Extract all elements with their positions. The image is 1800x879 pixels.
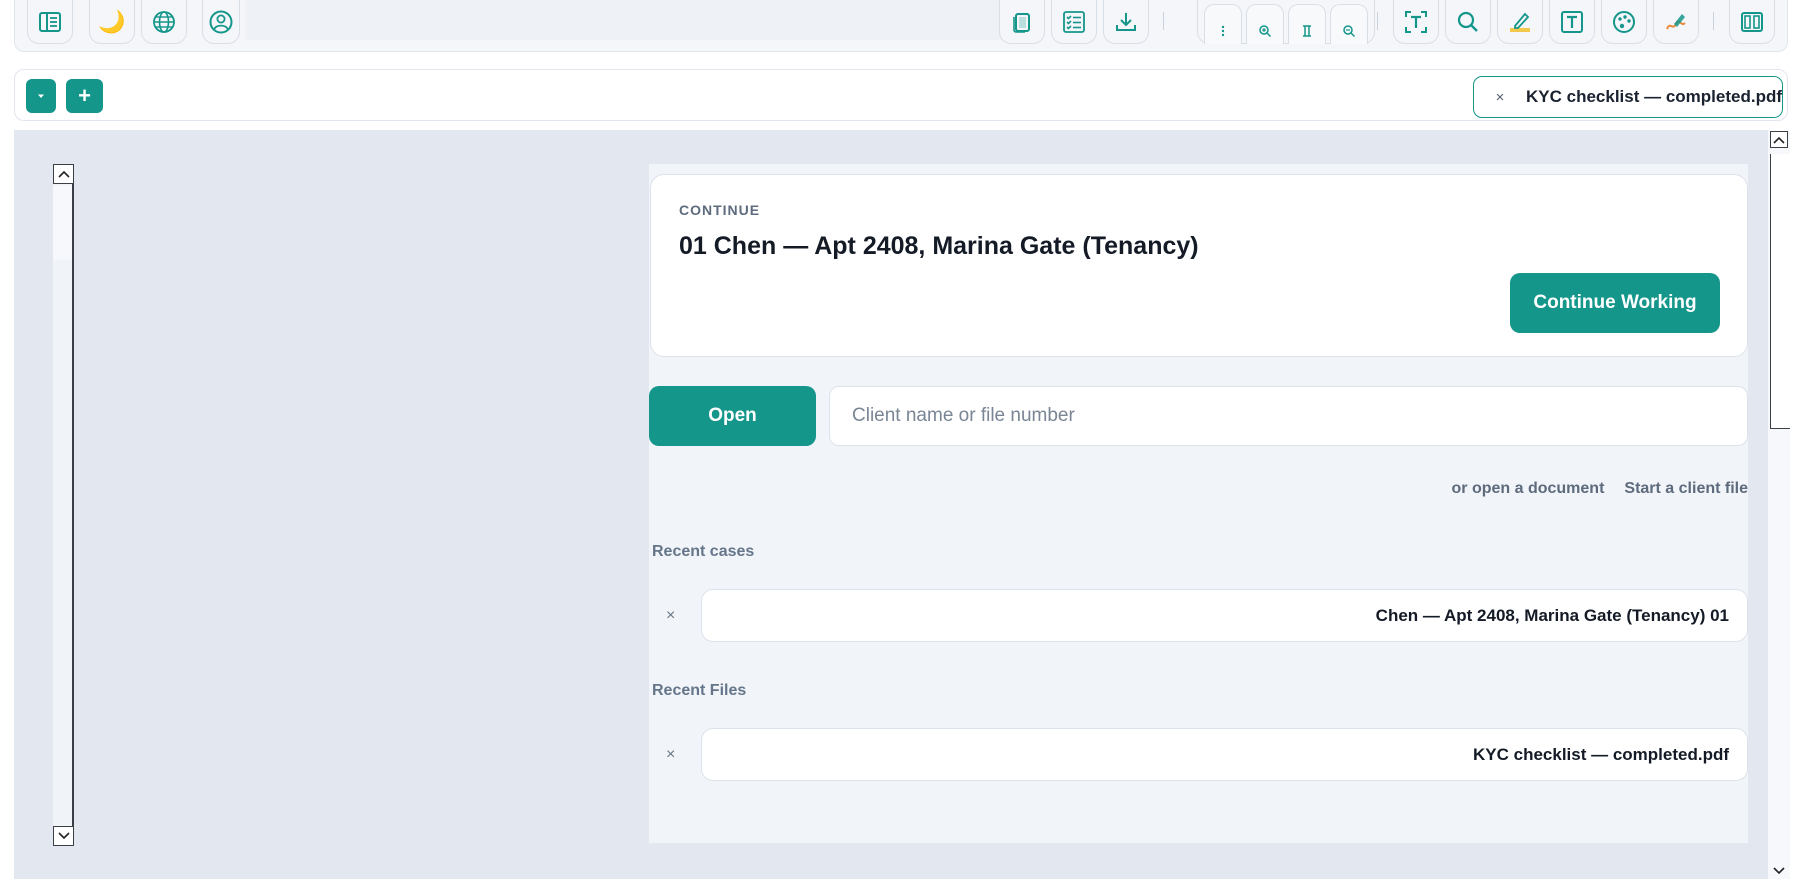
highlight-button[interactable]: [1497, 0, 1543, 44]
toolbar-divider: [1377, 12, 1378, 30]
text-select-icon: [1405, 10, 1427, 33]
checklist-button[interactable]: [1051, 0, 1097, 44]
continue-case-title: 01 Chen — Apt 2408, Marina Gate (Tenancy…: [679, 232, 1199, 260]
document-links: or open a document Start a client file: [1452, 480, 1749, 498]
scroll-up-button[interactable]: [53, 164, 74, 184]
add-tab-button[interactable]: +: [66, 79, 103, 113]
recent-cases-heading: Recent cases: [652, 543, 755, 560]
continue-kicker: CONTINUE: [679, 202, 761, 218]
top-toolbar: 🌙: [14, 0, 1788, 52]
scroll-down-button[interactable]: [53, 826, 74, 846]
zoom-in-button[interactable]: [1246, 4, 1284, 44]
page-fit-icon: [1303, 25, 1311, 37]
download-icon: [1116, 12, 1136, 31]
continue-card: CONTINUE 01 Chen — Apt 2408, Marina Gate…: [650, 174, 1748, 357]
toolbar-divider: [1713, 12, 1714, 30]
scroll-up-button[interactable]: [1770, 131, 1788, 148]
right-scrollbar[interactable]: [1768, 131, 1790, 879]
search-button[interactable]: [1445, 0, 1491, 44]
language-button[interactable]: [141, 0, 187, 44]
zoom-out-button[interactable]: [1330, 4, 1368, 44]
moon-icon: 🌙: [98, 8, 126, 34]
document-icon: [1013, 12, 1030, 33]
signature-icon: [1666, 13, 1686, 29]
globe-icon: [153, 10, 175, 33]
document-tab[interactable]: × KYC checklist — completed.pdf: [1473, 76, 1783, 118]
text-box-button[interactable]: [1549, 0, 1595, 44]
checklist-icon: [1063, 10, 1085, 33]
toolbar-search-bar[interactable]: [245, 0, 1007, 40]
highlight-icon: [1510, 12, 1530, 32]
toggle-sidebar-button[interactable]: [27, 0, 73, 44]
home-panel: CONTINUE 01 Chen — Apt 2408, Marina Gate…: [649, 164, 1748, 843]
remove-recent-file-icon[interactable]: ×: [666, 746, 675, 764]
text-select-button[interactable]: [1393, 0, 1439, 44]
open-document-link[interactable]: or open a document: [1452, 480, 1605, 498]
tab-bar: + × KYC checklist — completed.pdf: [14, 69, 1788, 121]
document-view-button[interactable]: [999, 0, 1045, 44]
search-icon: [1457, 11, 1478, 32]
client-search-input[interactable]: [829, 386, 1748, 446]
continue-working-button[interactable]: Continue Working: [1510, 273, 1720, 333]
more-vertical-icon: [1221, 25, 1225, 37]
chevron-down-icon: [57, 832, 70, 840]
caret-down-icon: [38, 94, 44, 98]
zoom-out-icon: [1343, 25, 1356, 38]
download-button[interactable]: [1103, 0, 1149, 44]
recent-files-heading: Recent Files: [652, 682, 747, 699]
more-options-button[interactable]: [1204, 4, 1242, 44]
layout-columns-button[interactable]: [1729, 0, 1775, 44]
open-button[interactable]: Open: [649, 386, 816, 446]
color-palette-button[interactable]: [1601, 0, 1647, 44]
close-tab-icon[interactable]: ×: [1474, 89, 1526, 106]
zoom-in-icon: [1259, 25, 1272, 38]
scrollbar-thumb[interactable]: [1770, 154, 1790, 429]
palette-icon: [1613, 10, 1635, 33]
chevron-up-icon: [1773, 136, 1785, 144]
left-scrollbar[interactable]: [53, 164, 74, 846]
sidebar-icon: [39, 11, 61, 32]
scrollbar-track-highlight: [53, 186, 72, 260]
zoom-controls: [1197, 0, 1375, 44]
recent-case-item[interactable]: Chen — Apt 2408, Marina Gate (Tenancy) 0…: [701, 589, 1748, 642]
scroll-down-button[interactable]: [1770, 862, 1788, 879]
recent-file-item[interactable]: KYC checklist — completed.pdf: [701, 728, 1748, 781]
dark-mode-button[interactable]: 🌙: [89, 0, 135, 44]
fit-page-button[interactable]: [1288, 4, 1326, 44]
user-circle-icon: [209, 10, 233, 33]
toolbar-divider: [1163, 12, 1164, 30]
chevron-up-icon: [57, 170, 70, 178]
remove-recent-case-icon[interactable]: ×: [666, 607, 675, 625]
text-box-icon: [1561, 10, 1583, 33]
chevron-down-icon: [1773, 866, 1785, 874]
signature-button[interactable]: [1653, 0, 1699, 44]
document-tab-label: KYC checklist — completed.pdf: [1526, 87, 1782, 106]
start-client-file-link[interactable]: Start a client file: [1624, 480, 1748, 498]
plus-icon: +: [78, 83, 91, 108]
columns-icon: [1741, 11, 1763, 32]
account-button[interactable]: [202, 0, 240, 44]
tab-menu-button[interactable]: [26, 79, 56, 113]
